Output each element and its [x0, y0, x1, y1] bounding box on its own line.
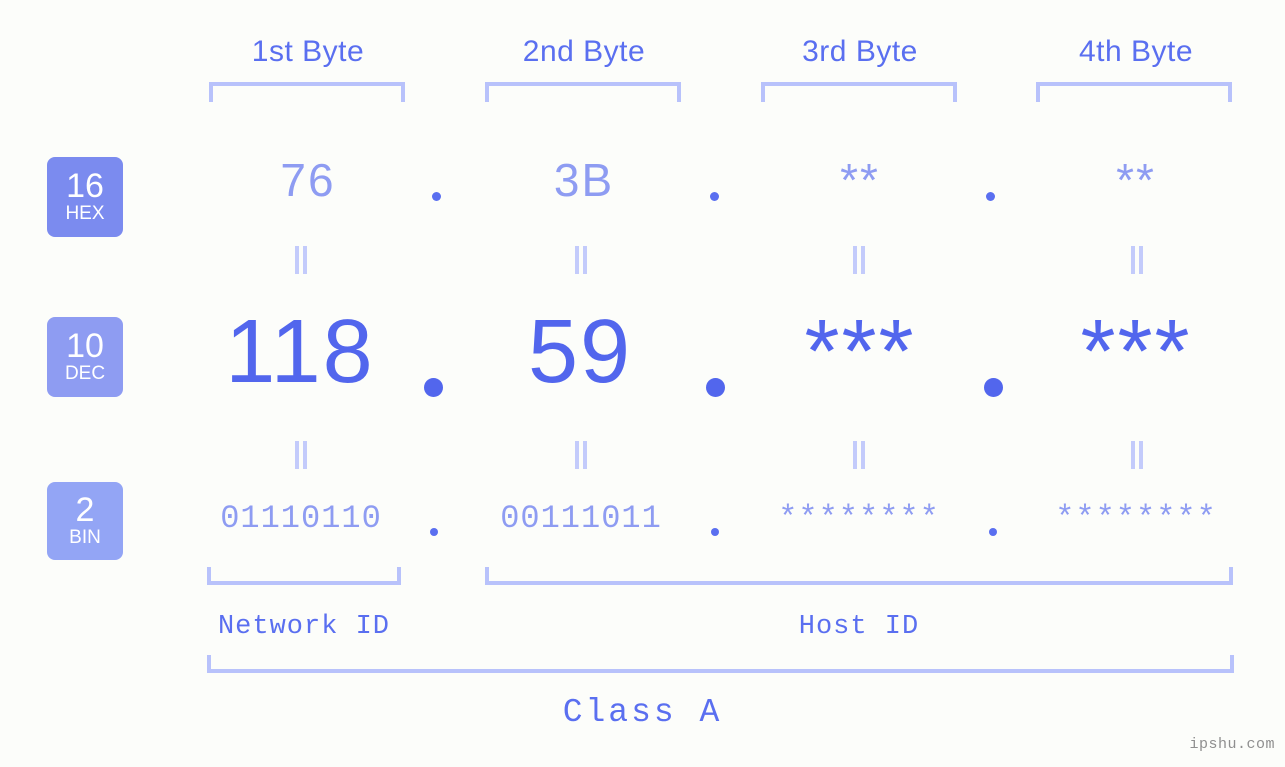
- byte-bracket-top-1: [209, 82, 405, 102]
- byte-bracket-top-2: [485, 82, 681, 102]
- dec-separator-dot-1: [424, 378, 443, 397]
- equals-mark-hex-dec-2: [568, 246, 594, 276]
- base-badge-dec: 10 DEC: [47, 317, 123, 397]
- equals-mark-dec-bin-4: [1124, 441, 1150, 471]
- equals-mark-dec-bin-2: [568, 441, 594, 471]
- bin-byte-value-3: ********: [778, 500, 940, 537]
- dec-byte-value-3: ***: [804, 302, 916, 402]
- hex-separator-dot-2: [710, 192, 719, 201]
- bin-byte-value-4: ********: [1055, 500, 1217, 537]
- equals-mark-hex-dec-4: [1124, 246, 1150, 276]
- byte-header-label-1: 1st Byte: [251, 35, 365, 68]
- dec-byte-value-2: 59: [527, 302, 633, 402]
- base-badge-bin-name: BIN: [69, 527, 101, 548]
- watermark: ipshu.com: [1189, 736, 1275, 753]
- dec-byte-value-1: 118: [225, 302, 375, 402]
- base-badge-hex-number: 16: [66, 167, 104, 205]
- base-badge-hex: 16 HEX: [47, 157, 123, 237]
- base-badge-bin: 2 BIN: [47, 482, 123, 560]
- byte-header-label-4: 4th Byte: [1078, 35, 1194, 68]
- hex-separator-dot-1: [432, 192, 441, 201]
- bin-separator-dot-3: [989, 528, 997, 536]
- dec-separator-dot-3: [984, 378, 1003, 397]
- hex-byte-value-3: **: [840, 154, 880, 206]
- hex-separator-dot-3: [986, 192, 995, 201]
- byte-bracket-top-4: [1036, 82, 1232, 102]
- bin-byte-value-2: 00111011: [500, 500, 662, 537]
- network-id-bracket: [207, 567, 401, 585]
- byte-header-label-2: 2nd Byte: [522, 35, 646, 68]
- class-label: Class A: [562, 694, 723, 731]
- hex-byte-value-4: **: [1116, 154, 1156, 206]
- network-id-label: Network ID: [217, 612, 391, 642]
- byte-bracket-top-3: [761, 82, 957, 102]
- equals-mark-hex-dec-3: [846, 246, 872, 276]
- equals-mark-dec-bin-3: [846, 441, 872, 471]
- host-id-bracket: [485, 567, 1233, 585]
- equals-mark-hex-dec-1: [288, 246, 314, 276]
- base-badge-dec-name: DEC: [64, 363, 106, 384]
- base-badge-dec-number: 10: [66, 327, 104, 365]
- class-bracket: [207, 655, 1234, 673]
- bin-separator-dot-1: [430, 528, 438, 536]
- ip-address-breakdown-diagram: 1st Byte 2nd Byte 3rd Byte 4th Byte 16 H…: [0, 0, 1285, 767]
- base-badge-hex-name: HEX: [65, 203, 105, 224]
- bin-separator-dot-2: [711, 528, 719, 536]
- equals-mark-dec-bin-1: [288, 441, 314, 471]
- byte-header-label-3: 3rd Byte: [802, 35, 918, 68]
- dec-byte-value-4: ***: [1080, 302, 1192, 402]
- dec-separator-dot-2: [706, 378, 725, 397]
- base-badge-bin-number: 2: [75, 491, 95, 529]
- bin-byte-value-1: 01110110: [220, 500, 382, 537]
- host-id-label: Host ID: [798, 612, 920, 642]
- hex-byte-value-1: 76: [280, 154, 336, 206]
- hex-byte-value-2: 3B: [553, 154, 615, 206]
